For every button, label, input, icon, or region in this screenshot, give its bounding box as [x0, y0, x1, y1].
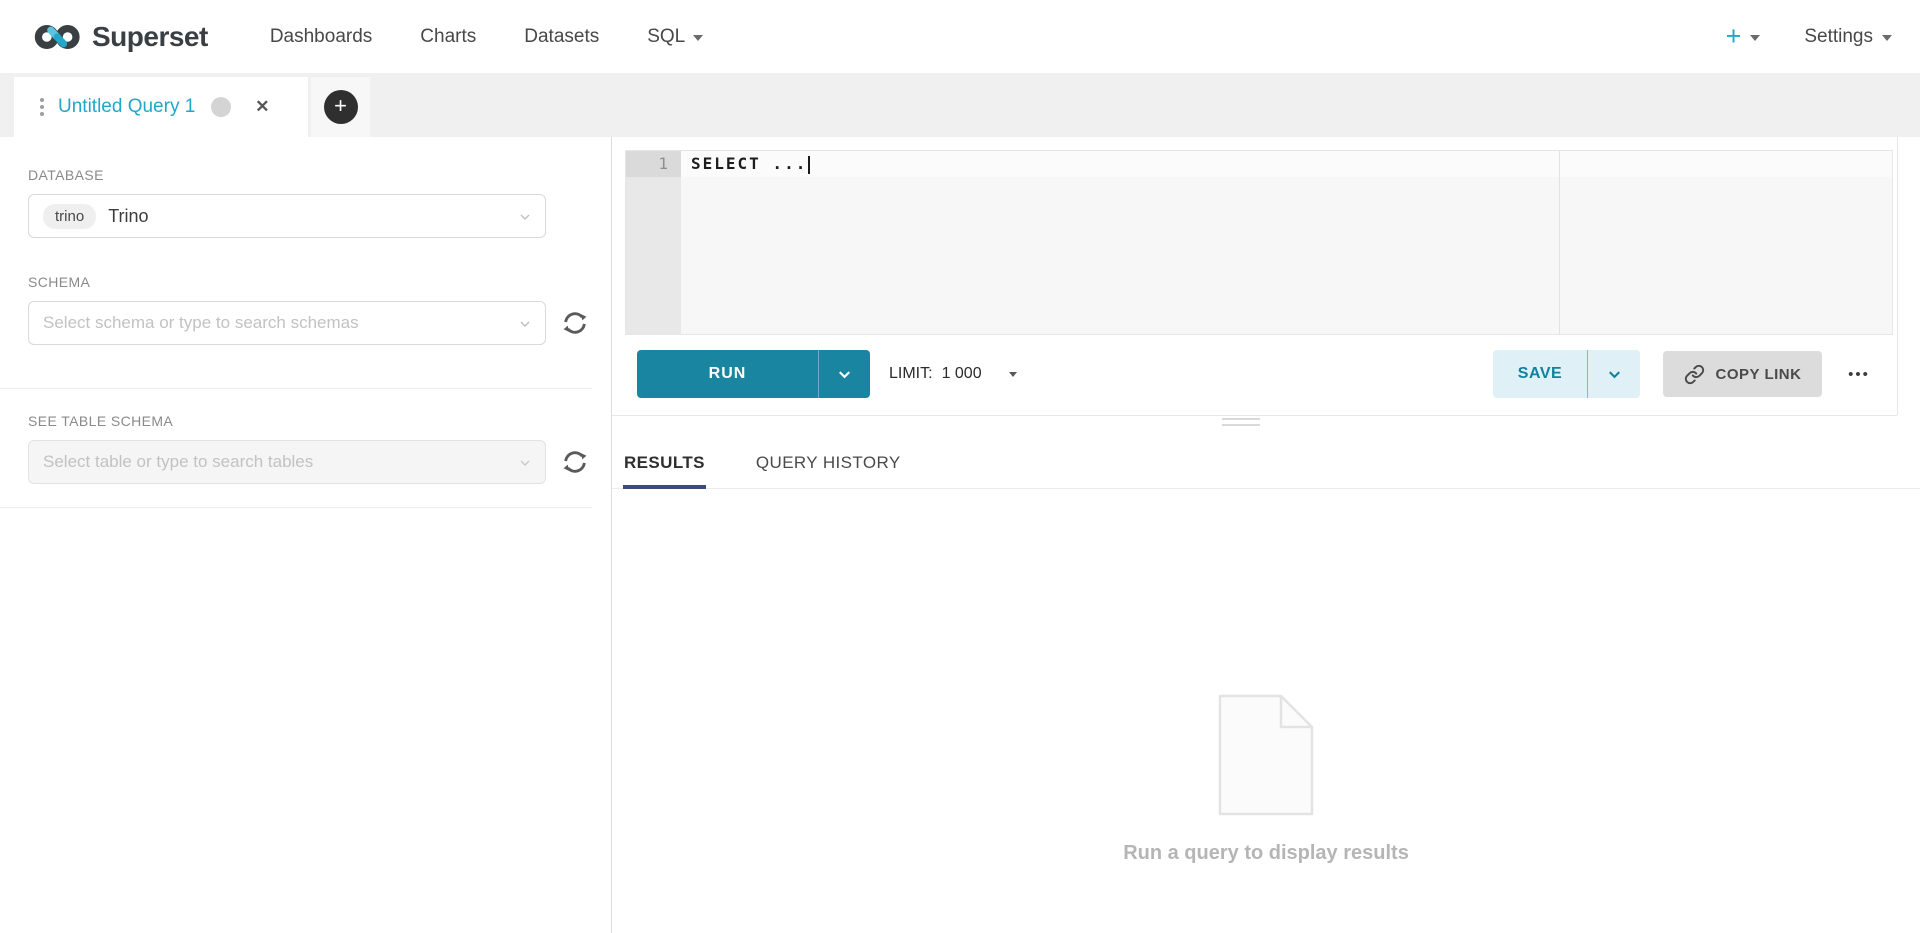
sidebar-divider — [0, 388, 592, 389]
tab-untitled-query[interactable]: Untitled Query 1 ✕ — [14, 77, 308, 137]
caret-down-icon — [693, 35, 703, 41]
line-number: 1 — [626, 151, 681, 177]
plus-icon: + — [1726, 23, 1742, 50]
link-icon — [1684, 364, 1705, 385]
superset-infinity-icon — [34, 24, 82, 50]
tab-title: Untitled Query 1 — [58, 96, 195, 118]
nav-sql[interactable]: SQL — [623, 26, 727, 48]
copy-link-label: COPY LINK — [1716, 366, 1802, 383]
caret-down-icon — [1882, 35, 1892, 41]
caret-down-icon — [1750, 35, 1760, 41]
resize-drag-handle[interactable] — [1222, 418, 1260, 430]
save-options-button[interactable] — [1588, 350, 1640, 398]
limit-label: LIMIT: — [889, 365, 933, 383]
database-select[interactable]: trino Trino — [28, 194, 546, 238]
run-button[interactable]: RUN — [637, 350, 819, 398]
plus-circle-icon: + — [324, 90, 358, 124]
pane-divider — [612, 415, 1897, 416]
sqllab-left-panel: DATABASE trino Trino SCHEMA Select schem… — [0, 137, 612, 933]
superset-logo[interactable]: Superset — [34, 21, 208, 53]
results-empty-state: Run a query to display results — [612, 489, 1920, 933]
table-select-placeholder: Select table or type to search tables — [43, 452, 313, 472]
refresh-icon — [561, 309, 589, 337]
database-label: DATABASE — [28, 167, 611, 183]
chevron-down-icon — [517, 316, 533, 337]
table-select[interactable]: Select table or type to search tables — [28, 440, 546, 484]
empty-state-message: Run a query to display results — [1123, 842, 1409, 865]
schema-select-placeholder: Select schema or type to search schemas — [43, 313, 359, 333]
query-tab-strip: Untitled Query 1 ✕ + — [0, 73, 1920, 137]
close-tab-icon[interactable]: ✕ — [255, 97, 269, 117]
schema-select[interactable]: Select schema or type to search schemas — [28, 301, 546, 345]
schema-label: SCHEMA — [28, 274, 611, 290]
nav-sql-label: SQL — [647, 26, 685, 48]
new-item-dropdown[interactable]: + — [1726, 23, 1761, 50]
navbar-right: + Settings — [1726, 23, 1892, 50]
editor-toolbar: RUN LIMIT: 1 000 SAVE COPY LINK ••• — [637, 350, 1880, 398]
editor-code-area[interactable]: SELECT ... — [681, 151, 1892, 334]
new-query-tab-button[interactable]: + — [311, 77, 370, 137]
tab-results[interactable]: RESULTS — [623, 437, 706, 489]
copy-link-button[interactable]: COPY LINK — [1663, 351, 1822, 397]
tab-results-label: RESULTS — [624, 453, 705, 473]
tab-kebab-menu-icon[interactable] — [40, 98, 44, 116]
tab-query-history-label: QUERY HISTORY — [756, 453, 901, 473]
refresh-schemas-button[interactable] — [558, 306, 592, 340]
caret-down-icon — [1009, 372, 1017, 377]
chevron-down-icon — [835, 365, 854, 384]
database-backend-pill: trino — [43, 204, 96, 229]
nav-charts-label: Charts — [420, 26, 476, 48]
query-status-dot — [211, 97, 231, 117]
sql-editor[interactable]: 1 SELECT ... — [625, 150, 1893, 335]
editor-gutter: 1 — [626, 151, 681, 334]
navbar: Superset Dashboards Charts Datasets SQL … — [0, 0, 1920, 73]
nav-dashboards[interactable]: Dashboards — [246, 26, 396, 48]
sidebar-divider — [0, 507, 592, 508]
brand-name: Superset — [92, 21, 208, 53]
tab-query-history[interactable]: QUERY HISTORY — [756, 437, 901, 489]
results-tab-bar: RESULTS QUERY HISTORY — [612, 437, 1920, 489]
chevron-down-icon — [1605, 365, 1624, 384]
nav-datasets-label: Datasets — [524, 26, 599, 48]
database-select-value: Trino — [108, 206, 148, 227]
nav-dashboards-label: Dashboards — [270, 26, 372, 48]
empty-document-icon — [1218, 694, 1314, 816]
settings-label: Settings — [1804, 26, 1873, 48]
chevron-down-icon — [517, 455, 533, 476]
settings-menu[interactable]: Settings — [1804, 26, 1892, 48]
sql-code-text: SELECT ... — [691, 154, 807, 173]
nav-charts[interactable]: Charts — [396, 26, 500, 48]
run-options-button[interactable] — [819, 350, 870, 398]
refresh-icon — [561, 448, 589, 476]
run-split-button[interactable]: RUN — [637, 350, 870, 398]
limit-dropdown[interactable]: LIMIT: 1 000 — [889, 365, 1017, 383]
main-menu: Dashboards Charts Datasets SQL — [246, 26, 727, 48]
nav-datasets[interactable]: Datasets — [500, 26, 623, 48]
more-actions-button[interactable]: ••• — [1838, 366, 1880, 383]
pane-right-border — [1897, 137, 1898, 415]
save-button[interactable]: SAVE — [1493, 350, 1588, 398]
chevron-down-icon — [517, 209, 533, 230]
text-cursor — [808, 156, 810, 174]
print-margin-line — [1559, 151, 1560, 334]
save-split-button[interactable]: SAVE — [1493, 350, 1640, 398]
table-schema-label: SEE TABLE SCHEMA — [28, 413, 611, 429]
active-tab-underline — [623, 485, 706, 489]
limit-value: 1 000 — [942, 365, 982, 383]
refresh-tables-button[interactable] — [558, 445, 592, 479]
sqllab-main-pane: 1 SELECT ... RUN LIMIT: 1 000 SAVE — [612, 137, 1920, 933]
